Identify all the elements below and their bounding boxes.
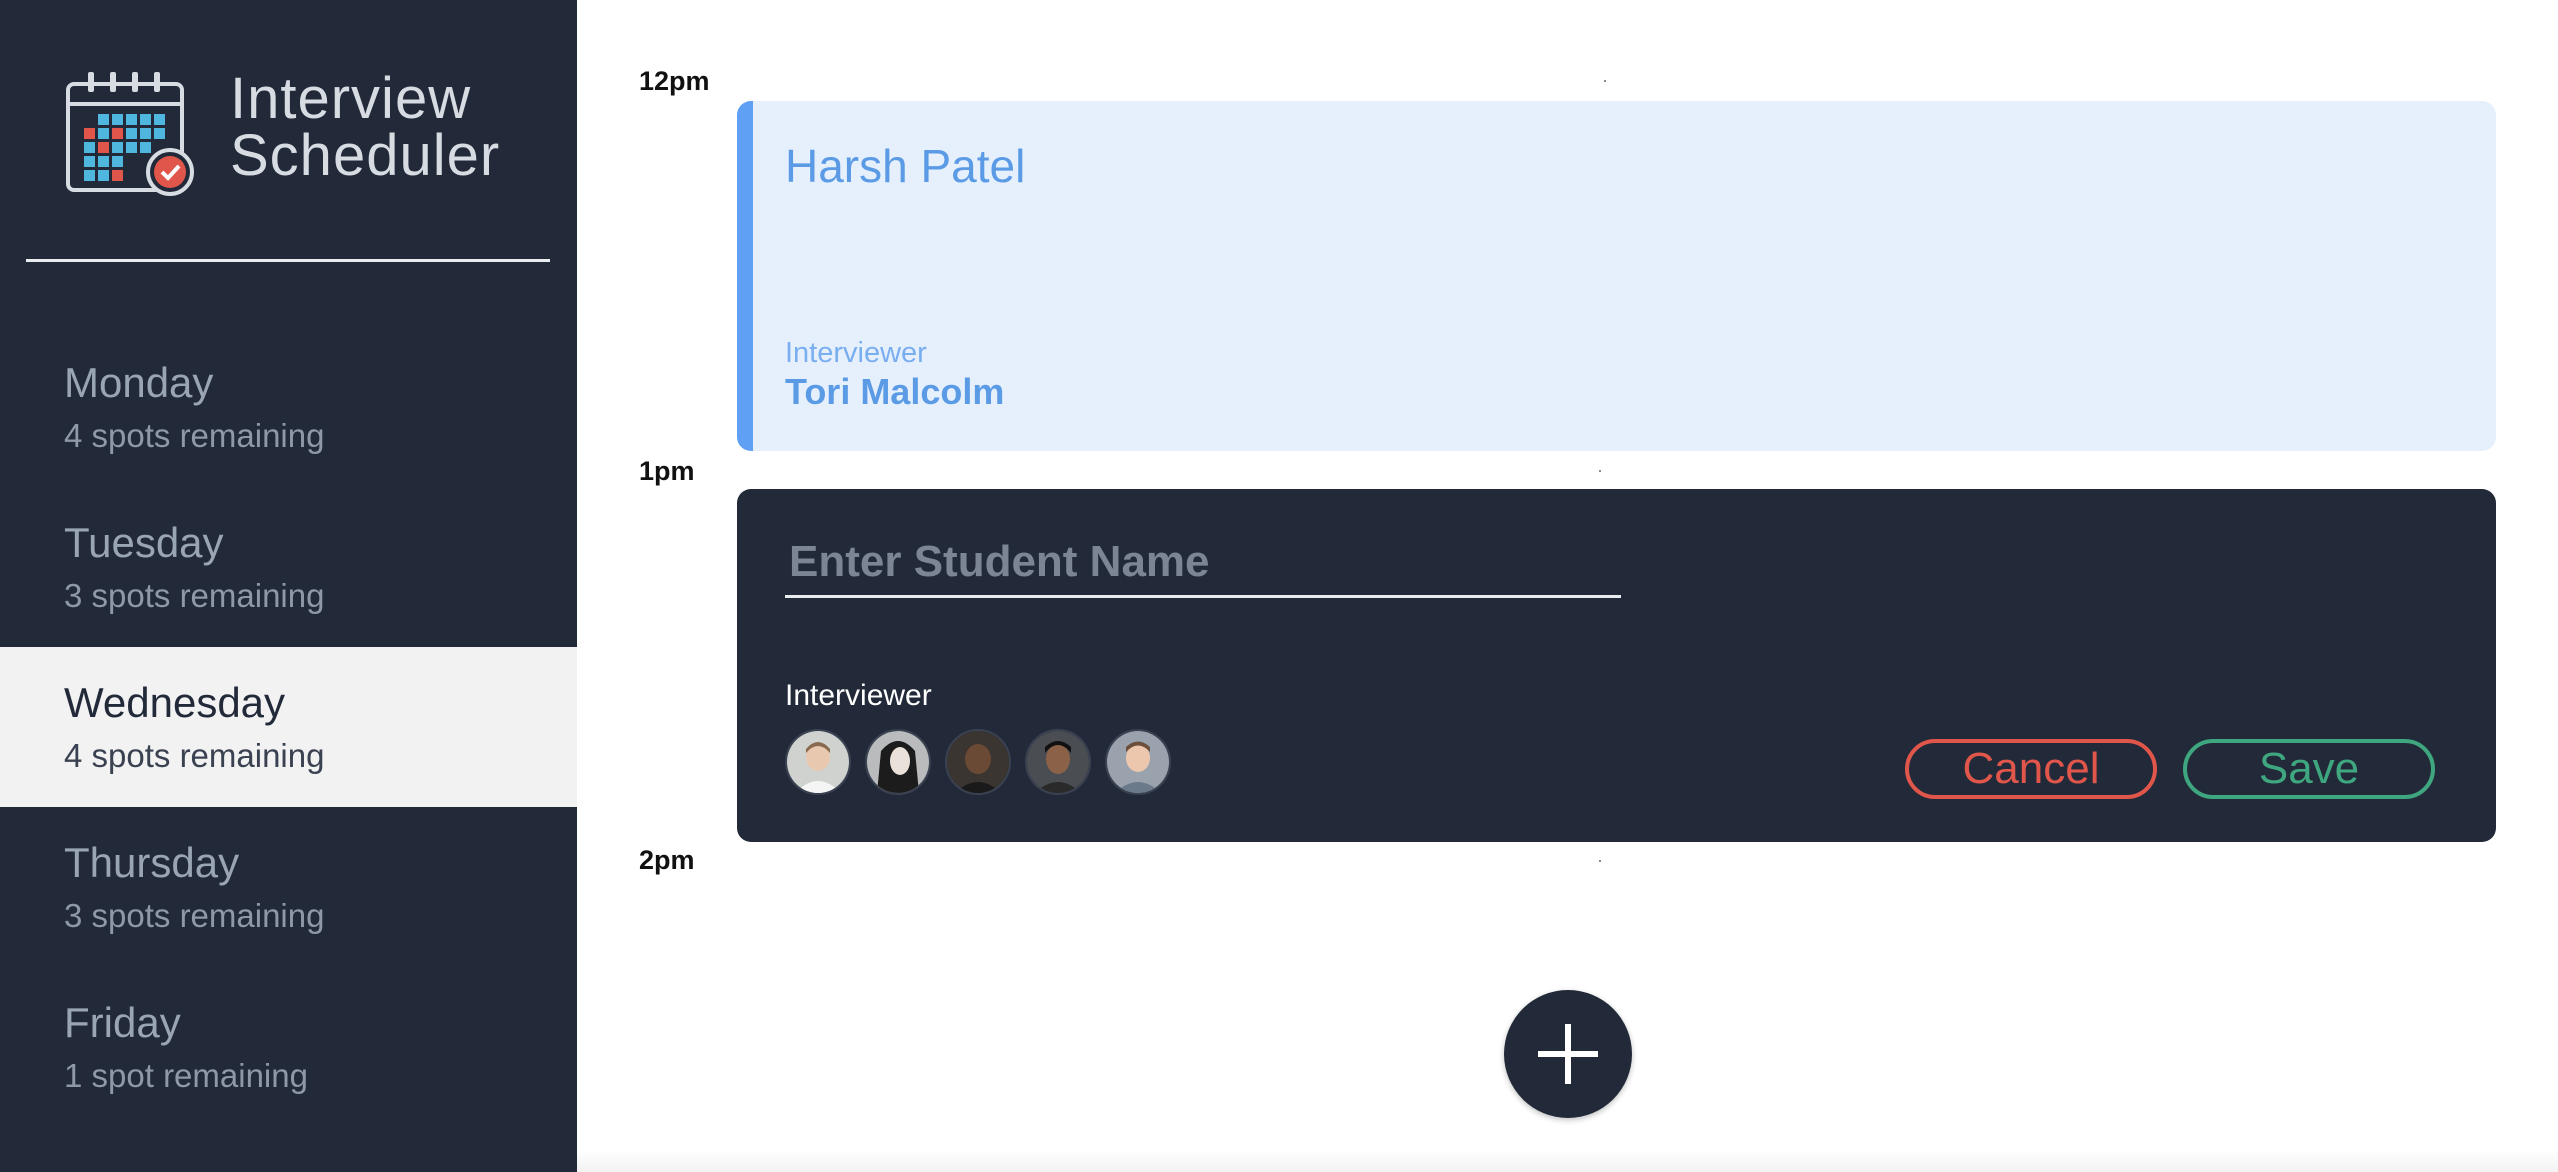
appointment-interviewer-label: Interviewer: [785, 337, 927, 369]
avatar-1: [787, 731, 849, 793]
time-divider-dot: [1599, 860, 1601, 862]
interviewer-avatar[interactable]: [865, 729, 931, 795]
day-name: Wednesday: [64, 679, 286, 726]
day-item-monday[interactable]: Monday 4 spots remaining: [0, 327, 577, 487]
app-title-line2: Scheduler: [230, 123, 501, 188]
add-appointment-button[interactable]: [1504, 990, 1632, 1118]
bottom-edge: [577, 1150, 2558, 1172]
time-divider-dot: [1599, 470, 1601, 472]
interviewer-avatar[interactable]: [945, 729, 1011, 795]
app-title: Interview Scheduler: [230, 66, 501, 188]
appointment-accent-bar: [737, 101, 753, 451]
avatar-3: [947, 731, 1009, 793]
day-spots: 1 spot remaining: [64, 1057, 308, 1094]
interviewer-avatar[interactable]: [1025, 729, 1091, 795]
day-name: Friday: [64, 999, 181, 1046]
day-name: Monday: [64, 359, 214, 406]
appointment-interviewer-name: Tori Malcolm: [785, 371, 1005, 412]
avatar-5: [1107, 731, 1169, 793]
student-name-input[interactable]: [785, 529, 1621, 598]
day-item-tuesday[interactable]: Tuesday 3 spots remaining: [0, 487, 577, 647]
avatar-4: [1027, 731, 1089, 793]
cancel-button[interactable]: Cancel: [1905, 739, 2157, 799]
interviewer-avatar[interactable]: [1105, 729, 1171, 795]
interviewer-label: Interviewer: [785, 679, 932, 712]
time-label-12pm: 12pm: [639, 66, 710, 96]
interviewer-avatar[interactable]: [785, 729, 851, 795]
day-item-thursday[interactable]: Thursday 3 spots remaining: [0, 807, 577, 967]
day-spots: 4 spots remaining: [64, 417, 325, 454]
save-button[interactable]: Save: [2183, 739, 2435, 799]
avatar-2: [867, 731, 929, 793]
day-spots: 3 spots remaining: [64, 577, 325, 614]
time-label-2pm: 2pm: [639, 845, 695, 875]
plus-icon: [1538, 1024, 1598, 1084]
time-divider-dot: [1604, 80, 1606, 82]
appointment-card[interactable]: Harsh Patel Interviewer Tori Malcolm: [737, 101, 2496, 451]
day-item-wednesday[interactable]: Wednesday 4 spots remaining: [0, 647, 577, 807]
appointment-student-name: Harsh Patel: [785, 140, 1026, 192]
time-label-1pm: 1pm: [639, 456, 695, 486]
sidebar-divider: [26, 259, 550, 262]
schedule-area: 12pm 1pm 2pm Harsh Patel Interviewer Tor…: [577, 0, 2558, 1172]
appointment-form: Interviewer: [737, 489, 2496, 842]
app-title-line1: Interview: [230, 66, 472, 131]
day-list: Monday 4 spots remaining Tuesday 3 spots…: [0, 327, 577, 1127]
day-item-friday[interactable]: Friday 1 spot remaining: [0, 967, 577, 1127]
day-name: Tuesday: [64, 519, 224, 566]
day-spots: 4 spots remaining: [64, 737, 325, 774]
calendar-check-icon: [66, 72, 194, 196]
sidebar: Interview Scheduler Monday 4 spots remai…: [0, 0, 577, 1172]
day-spots: 3 spots remaining: [64, 897, 325, 934]
day-name: Thursday: [64, 839, 240, 886]
